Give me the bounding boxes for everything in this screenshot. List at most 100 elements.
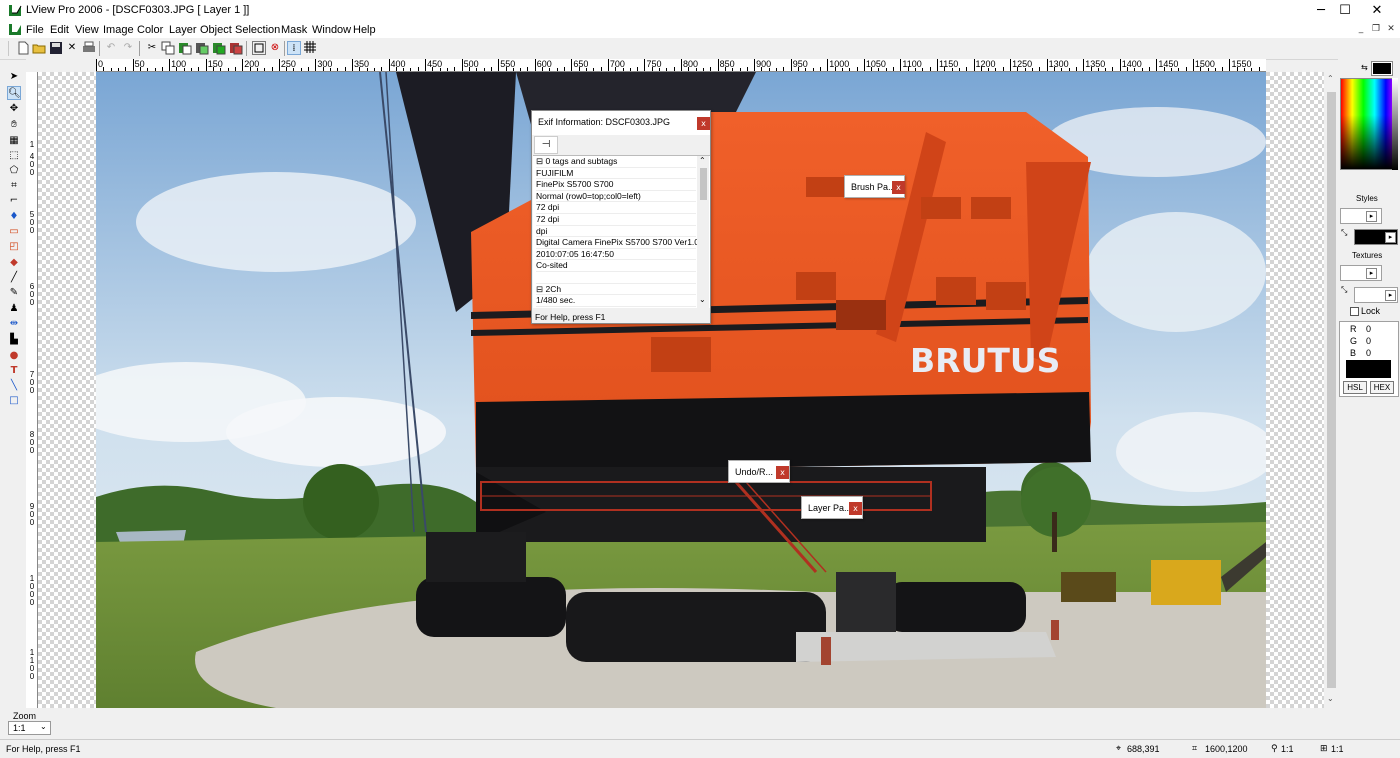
menu-selection[interactable]: Selection: [235, 24, 280, 36]
text-tool-icon[interactable]: T: [7, 364, 21, 378]
exif-scroll-up-icon[interactable]: ⌃: [699, 156, 706, 165]
undo-redo-panel[interactable]: Undo/R... x: [728, 460, 790, 483]
exif-close-icon[interactable]: x: [697, 117, 710, 130]
new-file-icon[interactable]: [16, 41, 30, 55]
exif-row[interactable]: ⊟ 2Ch: [536, 284, 696, 296]
exif-row[interactable]: Digital Camera FinePix S5700 S700 Ver1.0…: [536, 237, 704, 249]
undo-redo-close-icon[interactable]: x: [776, 466, 789, 479]
color-replace-icon[interactable]: ●: [7, 349, 21, 363]
exif-row[interactable]: Normal (row0=top;col0=left): [536, 191, 696, 203]
vertical-scrollbar[interactable]: ⌃ ⌄: [1324, 72, 1338, 708]
exif-info-dialog[interactable]: Exif Information: DSCF0303.JPG x ⊣ ⊟ 0 t…: [531, 110, 711, 324]
exif-row[interactable]: 2010:07:05 16:47:50: [536, 249, 696, 261]
swap-texture-icon[interactable]: ⤡: [1341, 285, 1347, 295]
mdi-close-button[interactable]: ✕: [1384, 24, 1398, 36]
redo-icon[interactable]: ↷: [121, 41, 135, 55]
style-swatch-dropdown-icon[interactable]: ▸: [1385, 232, 1396, 243]
undo-icon[interactable]: ↶: [104, 41, 118, 55]
freeform-shape-icon[interactable]: ◰: [7, 240, 21, 254]
close-window-button[interactable]: ✕: [1354, 0, 1400, 22]
hand-tool-icon[interactable]: ✋︎: [7, 118, 21, 132]
menu-mask[interactable]: Mask: [281, 24, 307, 36]
paste-new-icon[interactable]: [195, 41, 209, 55]
paste-object-icon[interactable]: [229, 41, 243, 55]
menu-window[interactable]: Window: [312, 24, 351, 36]
brightness-strip[interactable]: [1392, 78, 1398, 170]
foreground-swatch[interactable]: [1371, 61, 1393, 76]
crop-icon[interactable]: ⌐: [7, 194, 21, 208]
exif-list-scrollbar[interactable]: ⌄ ⌃: [697, 156, 709, 308]
exif-row[interactable]: 72 dpi: [536, 214, 696, 226]
eraser-icon[interactable]: ▙: [7, 333, 21, 347]
exif-title-bar[interactable]: Exif Information: DSCF0303.JPG x: [532, 111, 710, 135]
textures-dropdown-icon[interactable]: ▸: [1366, 268, 1377, 279]
hex-button[interactable]: HEX: [1370, 381, 1394, 394]
doc-icon[interactable]: [8, 23, 22, 36]
arrow-select-icon[interactable]: ➤: [7, 70, 21, 84]
open-folder-icon[interactable]: [32, 41, 46, 55]
line-tool-icon[interactable]: ╲: [7, 379, 21, 393]
exif-row[interactable]: [536, 272, 696, 284]
texture-swatch-dropdown-icon[interactable]: ▸: [1385, 290, 1396, 301]
rect-select-icon[interactable]: ⬚: [7, 149, 21, 163]
paintbrush-icon[interactable]: ╱: [7, 271, 21, 285]
mirror-icon[interactable]: ⇹: [7, 317, 21, 331]
styles-dropdown-icon[interactable]: ▸: [1366, 211, 1377, 222]
swap-colors-icon[interactable]: ⇆: [1361, 63, 1371, 73]
swap-style-icon[interactable]: ⤡: [1341, 228, 1347, 238]
menu-view[interactable]: View: [75, 24, 99, 36]
menu-edit[interactable]: Edit: [50, 24, 69, 36]
layer-palette-close-icon[interactable]: x: [849, 502, 862, 515]
mdi-restore-button[interactable]: ❐: [1369, 24, 1383, 36]
save-icon[interactable]: [49, 41, 63, 55]
rectangle-tool-icon[interactable]: □: [7, 394, 21, 408]
lock-checkbox[interactable]: [1350, 307, 1359, 316]
fit-window-icon[interactable]: [252, 41, 266, 55]
scroll-down-icon[interactable]: ⌄: [1327, 694, 1334, 703]
menu-image[interactable]: Image: [103, 24, 134, 36]
mdi-minimize-button[interactable]: _: [1354, 24, 1368, 36]
menu-color[interactable]: Color: [137, 24, 163, 36]
exif-row[interactable]: 72 dpi: [536, 202, 696, 214]
exif-row[interactable]: Co-sited: [536, 260, 696, 272]
copy-icon[interactable]: [161, 41, 175, 55]
exif-row[interactable]: ⊟ 0 tags and subtags: [536, 156, 696, 168]
exif-row[interactable]: 1/480 sec.: [536, 295, 696, 307]
scroll-up-icon[interactable]: ⌃: [1327, 74, 1334, 83]
menu-file[interactable]: File: [26, 24, 44, 36]
close-file-icon[interactable]: ✕: [65, 41, 79, 55]
lasso-icon[interactable]: ⬠: [7, 164, 21, 178]
cut-icon[interactable]: ✂: [145, 41, 159, 55]
dropper-icon[interactable]: ♦: [7, 210, 21, 224]
exif-row[interactable]: dpi: [536, 226, 696, 238]
zoom-select[interactable]: 1:1 ⌄: [8, 721, 51, 735]
rect-shape-icon[interactable]: ▭: [7, 225, 21, 239]
print-icon[interactable]: [82, 41, 96, 55]
menu-layer[interactable]: Layer: [169, 24, 197, 36]
transform-icon[interactable]: ⌗: [7, 179, 21, 193]
menu-object[interactable]: Object: [200, 24, 232, 36]
exif-tag-list[interactable]: ⊟ 0 tags and subtags FUJIFILM FinePix S570…: [533, 155, 710, 308]
grid-icon[interactable]: [303, 41, 317, 55]
fill-bucket-icon[interactable]: ◆: [7, 256, 21, 270]
grid-select-icon[interactable]: ▦: [7, 134, 21, 148]
paste-layer-icon[interactable]: [212, 41, 226, 55]
title-bar[interactable]: LView Pro 2006 - [DSCF0303.JPG [ Layer 1…: [0, 0, 1400, 22]
scroll-thumb[interactable]: [1327, 92, 1336, 688]
paste-icon[interactable]: [178, 41, 192, 55]
exif-row[interactable]: FUJIFILM: [536, 168, 696, 180]
color-spectrum[interactable]: [1340, 78, 1398, 170]
hsl-button[interactable]: HSL: [1343, 381, 1367, 394]
exif-scroll-thumb[interactable]: [700, 168, 707, 200]
layer-palette-panel[interactable]: Layer Pa... x: [801, 496, 863, 519]
no-selection-icon[interactable]: ⊗: [268, 41, 282, 55]
exif-scroll-down-icon[interactable]: ⌄: [699, 295, 706, 304]
pencil-icon[interactable]: ✎: [7, 286, 21, 300]
stamp-icon[interactable]: ♟: [7, 302, 21, 316]
brush-palette-panel[interactable]: Brush Pa... x: [844, 175, 905, 198]
move-tool-icon[interactable]: ✥: [7, 102, 21, 116]
snap-grid-icon[interactable]: ⁞: [287, 41, 301, 55]
menu-help[interactable]: Help: [353, 24, 376, 36]
pin-icon[interactable]: ⊣: [534, 136, 558, 154]
chevron-down-icon[interactable]: ⌄: [40, 722, 47, 731]
